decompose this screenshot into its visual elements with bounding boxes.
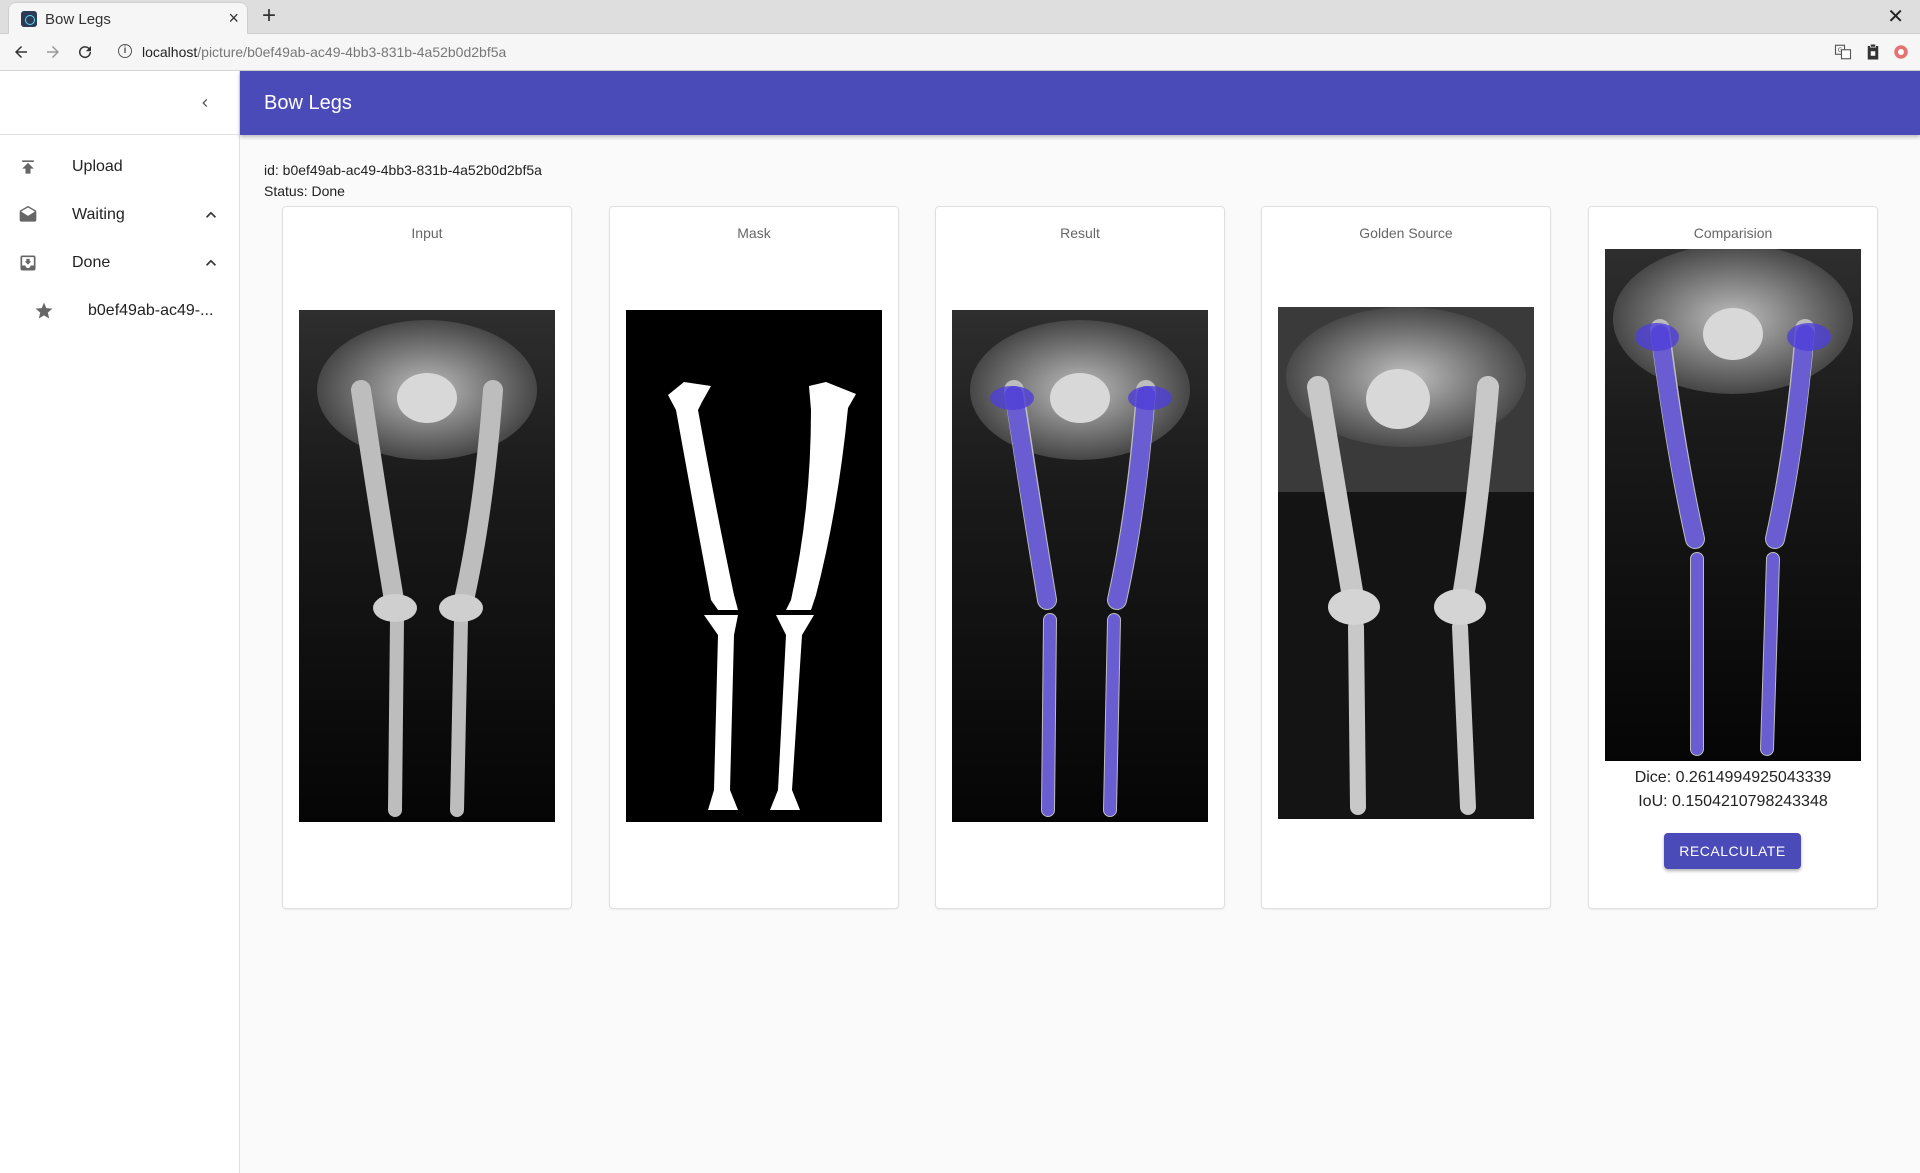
sidebar-item-label: Done [72, 254, 111, 271]
result-card: Result [935, 206, 1225, 909]
sidebar-item-picture[interactable]: b0ef49ab-ac49-... [0, 287, 239, 335]
mask-card: Mask [609, 206, 899, 909]
react-favicon-icon [21, 11, 37, 27]
svg-text:G: G [1838, 47, 1843, 54]
browser-tab-bar: Bow Legs × + ✕ [0, 0, 1920, 34]
picture-info: id: b0ef49ab-ac49-4bb3-831b-4a52b0d2bf5a… [264, 160, 542, 202]
forward-icon[interactable] [42, 41, 64, 63]
picture-id: id: b0ef49ab-ac49-4bb3-831b-4a52b0d2bf5a [264, 162, 542, 178]
result-overlay-image [952, 310, 1208, 822]
sidebar-item-done[interactable]: Done [0, 239, 239, 287]
address-bar: i localhost/picture/b0ef49ab-ac49-4bb3-8… [0, 34, 1920, 71]
card-title: Mask [737, 225, 771, 241]
card-title: Comparision [1693, 225, 1773, 241]
golden-source-card: Golden Source [1261, 206, 1551, 909]
translate-icon[interactable]: G [1834, 43, 1852, 61]
sidebar-item-label: Waiting [72, 206, 125, 223]
sidebar-header [0, 71, 239, 135]
url-field[interactable]: localhost/picture/b0ef49ab-ac49-4bb3-831… [142, 44, 506, 60]
app-bar: Bow Legs [240, 71, 1920, 135]
star-icon [35, 302, 53, 319]
recalculate-button[interactable]: RECALCULATE [1664, 833, 1801, 869]
window-close-icon[interactable]: ✕ [1887, 4, 1904, 29]
picture-status: Status: Done [264, 183, 345, 199]
extension-record-icon[interactable] [1892, 43, 1910, 61]
iou-score: IoU: 0.1504210798243348 [1638, 793, 1828, 810]
input-xray-image [299, 310, 555, 822]
new-tab-icon[interactable]: + [262, 2, 276, 30]
page-title: Bow Legs [264, 92, 352, 114]
mask-image [626, 310, 882, 822]
card-title: Input [411, 225, 443, 241]
dice-score: Dice: 0.2614994925043339 [1634, 769, 1832, 786]
sidebar-item-upload[interactable]: Upload [0, 143, 239, 191]
chevron-up-icon[interactable] [201, 205, 221, 225]
chevron-left-icon[interactable] [193, 91, 217, 115]
sidebar-item-waiting[interactable]: Waiting [0, 191, 239, 239]
back-icon[interactable] [10, 41, 32, 63]
clipboard-icon[interactable] [1864, 43, 1882, 61]
card-title: Result [1060, 225, 1100, 241]
browser-tab[interactable]: Bow Legs × [8, 2, 248, 34]
card-title: Golden Source [1359, 225, 1453, 241]
drafts-icon [19, 205, 37, 222]
reload-icon[interactable] [74, 41, 96, 63]
site-info-icon[interactable]: i [118, 44, 132, 58]
tab-title: Bow Legs [45, 11, 111, 28]
sidebar-item-label: Upload [72, 158, 123, 175]
comparison-card: Comparision Dice: 0.2614994925043339 IoU… [1588, 206, 1878, 909]
sidebar: Upload Waiting Done b0ef49ab-ac49-... [0, 71, 240, 1173]
input-card: Input [282, 206, 572, 909]
comparison-overlay-image [1605, 249, 1861, 761]
golden-source-image [1278, 307, 1534, 819]
sidebar-item-label: b0ef49ab-ac49-... [88, 302, 214, 319]
upload-icon [22, 160, 34, 174]
tab-close-icon[interactable]: × [228, 8, 239, 29]
move-to-inbox-icon [20, 255, 36, 271]
chevron-up-icon[interactable] [201, 253, 221, 273]
